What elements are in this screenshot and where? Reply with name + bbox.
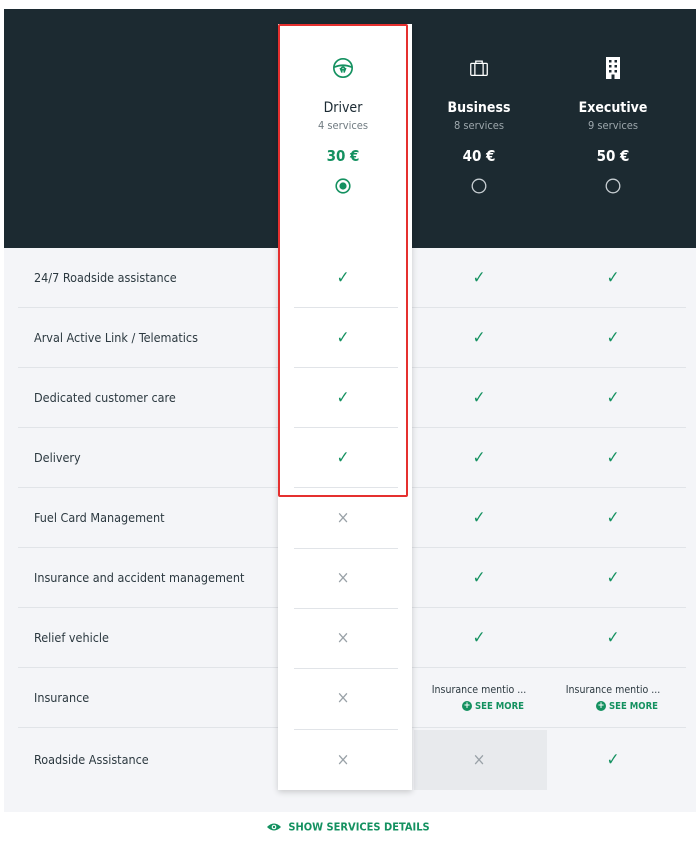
table-row-values: ✓ ✓ ✓ xyxy=(4,308,686,368)
plan-radio[interactable] xyxy=(471,178,487,198)
table-row-values: ✓ ✓ ✓ xyxy=(4,248,686,308)
show-services-details-link[interactable]: SHOW SERVICES DETAILS xyxy=(0,820,696,834)
cross-icon: × xyxy=(336,687,350,708)
check-icon: ✓ xyxy=(606,627,620,648)
briefcase-icon xyxy=(468,52,490,84)
cross-icon: × xyxy=(336,567,350,588)
plan-price: 50 € xyxy=(596,147,630,165)
insurance-mention-text: Insurance mentio ... xyxy=(431,684,527,696)
check-icon: ✓ xyxy=(336,267,350,288)
check-icon: ✓ xyxy=(606,507,620,528)
see-more-link[interactable]: + SEE MORE xyxy=(595,701,658,712)
plan-executive[interactable]: Executive 9 services 50 € xyxy=(548,24,678,248)
cross-icon: × xyxy=(336,749,350,770)
check-icon: ✓ xyxy=(606,387,620,408)
plus-circle-icon: + xyxy=(461,701,472,712)
table-row-values: ✓ ✓ ✓ xyxy=(4,428,686,488)
check-icon: ✓ xyxy=(336,327,350,348)
check-icon: ✓ xyxy=(472,447,486,468)
steering-wheel-icon xyxy=(332,52,354,84)
check-icon: ✓ xyxy=(336,447,350,468)
see-more-link[interactable]: + SEE MORE xyxy=(461,701,524,712)
cross-icon: × xyxy=(336,507,350,528)
check-icon: ✓ xyxy=(606,447,620,468)
table-row-values: × × ✓ xyxy=(4,730,686,790)
check-icon: ✓ xyxy=(472,387,486,408)
check-icon: ✓ xyxy=(472,567,486,588)
check-icon: ✓ xyxy=(472,267,486,288)
eye-icon xyxy=(267,823,282,831)
check-icon: ✓ xyxy=(606,749,620,770)
plan-name: Driver xyxy=(323,100,363,116)
plan-price: 40 € xyxy=(462,147,496,165)
cross-icon: × xyxy=(336,627,350,648)
table-row-values: × ✓ ✓ xyxy=(4,548,686,608)
check-icon: ✓ xyxy=(606,567,620,588)
check-icon: ✓ xyxy=(606,267,620,288)
plus-circle-icon: + xyxy=(595,701,606,712)
plan-radio[interactable] xyxy=(605,178,621,198)
table-row-values: ✓ ✓ ✓ xyxy=(4,368,686,428)
plan-name: Business xyxy=(447,100,511,116)
table-row-values: × ✓ ✓ xyxy=(4,608,686,668)
plan-business[interactable]: Business 8 services 40 € xyxy=(414,24,544,248)
plan-price: 30 € xyxy=(326,147,360,165)
cross-icon: × xyxy=(472,749,486,770)
building-icon xyxy=(602,52,624,84)
check-icon: ✓ xyxy=(336,387,350,408)
plan-driver[interactable]: Driver 4 services 30 € xyxy=(278,24,408,248)
plan-services-count: 4 services xyxy=(317,119,369,132)
plan-services-count: 9 services xyxy=(587,119,639,132)
plan-services-count: 8 services xyxy=(453,119,505,132)
plan-name: Executive xyxy=(578,100,648,116)
check-icon: ✓ xyxy=(472,627,486,648)
check-icon: ✓ xyxy=(472,327,486,348)
insurance-mention-text: Insurance mentio ... xyxy=(565,684,661,696)
plan-radio-selected[interactable] xyxy=(335,178,351,198)
table-row-values: × ✓ ✓ xyxy=(4,488,686,548)
check-icon: ✓ xyxy=(472,507,486,528)
table-row-values: × Insurance mentio ... + SEE MORE Insuran… xyxy=(4,668,686,728)
check-icon: ✓ xyxy=(606,327,620,348)
